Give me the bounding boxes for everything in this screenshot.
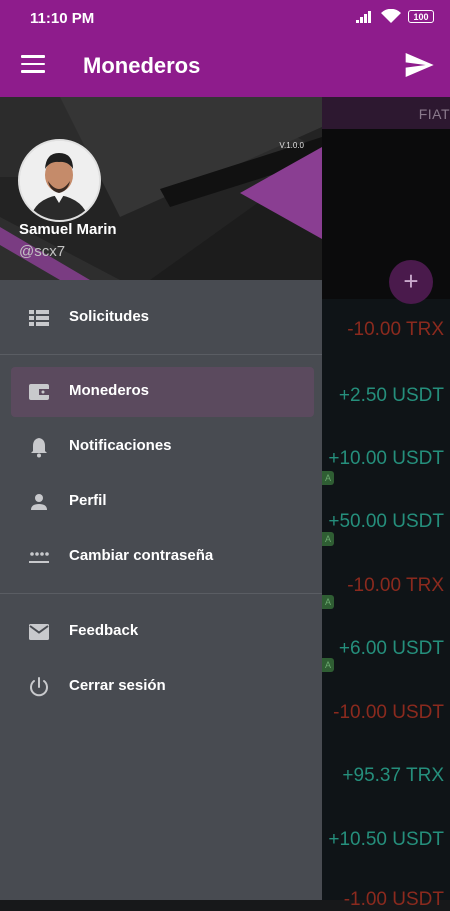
status-icons: 100 [356,9,434,24]
menu-item-label: Cambiar contraseña [69,547,214,564]
status-time: 11:10 PM [30,10,95,27]
app-bar: Monederos [0,33,450,97]
transaction-amount[interactable]: +6.00 USDT [339,638,444,660]
menu-item-monederos[interactable]: Monederos [11,367,314,417]
send-icon[interactable] [402,49,436,81]
list-icon [29,310,49,326]
bell-icon [31,438,47,458]
menu-item-label: Notificaciones [69,437,172,454]
menu-item-cerrar-sesion[interactable]: Cerrar sesión [0,662,322,712]
transaction-amount[interactable]: +95.37 TRX [342,765,444,787]
battery-icon: 100 [408,10,434,23]
menu-item-perfil[interactable]: Perfil [0,477,322,527]
transaction-amount[interactable]: -10.00 USDT [333,702,444,724]
menu-item-notificaciones[interactable]: Notificaciones [0,422,322,472]
user-handle: @scx7 [19,243,66,260]
power-icon [30,677,48,697]
app-version: V.1.0.0 [279,141,304,150]
divider [0,593,322,594]
status-chip: A [322,595,334,609]
user-photo [20,141,99,220]
menu-item-label: Feedback [69,622,139,639]
wallet-icon [29,384,49,400]
user-name: Samuel Marin [19,221,117,238]
wallet-content: FIAT -10.00 TRX +2.50 USDT +10.00 USDT A… [322,97,450,910]
status-chip: A [322,658,334,672]
transaction-amount[interactable]: +10.50 USDT [328,829,444,851]
menu-item-label: Perfil [69,492,107,509]
signal-icon [356,11,371,23]
transaction-amount[interactable]: -10.00 TRX [347,575,444,597]
mail-icon [29,624,49,640]
status-bar: 11:10 PM 100 [0,0,450,33]
person-icon [31,494,47,510]
transaction-amount[interactable]: -1.00 USDT [344,889,444,911]
add-button[interactable]: + [389,260,433,304]
menu-item-label: Cerrar sesión [69,677,166,694]
menu-item-solicitudes[interactable]: Solicitudes [0,293,322,343]
navigation-drawer: V.1.0.0 Samuel Marin @scx7 Solicitudes M… [0,97,322,900]
hamburger-menu-icon[interactable] [21,55,45,75]
page-title: Monederos [83,53,201,78]
menu-item-label: Solicitudes [69,308,150,325]
avatar[interactable] [18,139,101,222]
transaction-amount[interactable]: -10.00 TRX [347,319,444,341]
transaction-amount[interactable]: +2.50 USDT [339,385,444,407]
status-chip: A [322,532,334,546]
menu-item-label: Monederos [69,382,150,399]
tab-fiat[interactable]: FIAT [419,106,450,122]
menu-item-cambiar-contrasena[interactable]: Cambiar contraseña [0,532,322,582]
transaction-amount[interactable]: +10.00 USDT [328,448,444,470]
transaction-list: -10.00 TRX +2.50 USDT +10.00 USDT A +50.… [322,299,450,910]
transaction-amount[interactable]: +50.00 USDT [328,511,444,533]
password-icon [29,552,49,563]
status-chip: A [322,471,334,485]
battery-level: 100 [413,11,429,22]
tab-bar: FIAT [322,97,450,129]
drawer-header: V.1.0.0 Samuel Marin @scx7 [0,97,322,280]
menu-item-feedback[interactable]: Feedback [0,607,322,657]
wifi-icon [381,9,401,23]
divider [0,354,322,355]
